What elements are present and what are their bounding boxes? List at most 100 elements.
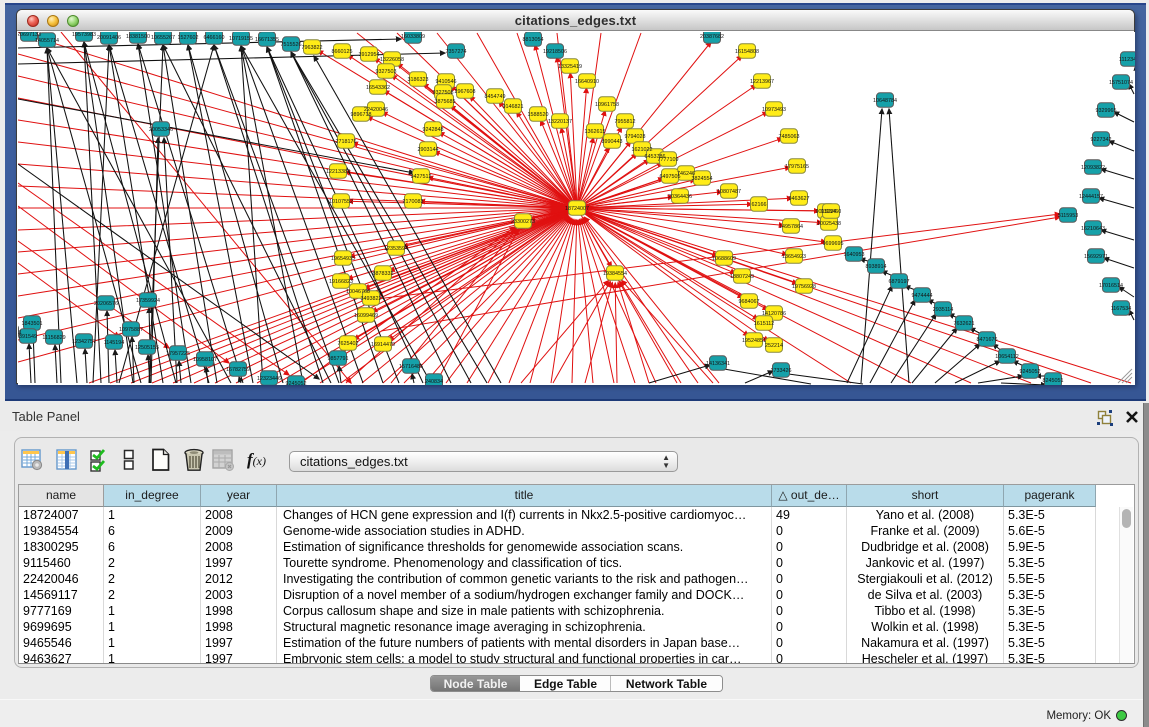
svg-text:10973493: 10973493 [762, 107, 786, 113]
svg-text:12093822: 12093822 [1081, 165, 1105, 171]
svg-text:12505155: 12505155 [135, 345, 159, 351]
svg-text:1843501: 1843501 [22, 321, 43, 327]
svg-text:7357274: 7357274 [446, 49, 467, 55]
svg-text:391549: 391549 [19, 334, 37, 340]
svg-text:9146821: 9146821 [503, 104, 524, 110]
svg-text:19573983: 19573983 [72, 32, 96, 38]
svg-text:16640910: 16640910 [575, 79, 599, 85]
svg-text:11156829: 11156829 [42, 335, 65, 341]
svg-text:1145194: 1145194 [104, 340, 125, 346]
svg-text:1527602: 1527602 [178, 35, 199, 41]
svg-text:7963822: 7963822 [302, 45, 323, 51]
svg-text:9245052: 9245052 [286, 381, 307, 385]
svg-text:9463627: 9463627 [789, 196, 810, 202]
svg-text:6466160: 6466160 [204, 35, 225, 41]
svg-text:1733426: 1733426 [771, 368, 792, 374]
svg-text:10807487: 10807487 [717, 189, 741, 195]
svg-text:12213383: 12213383 [326, 169, 350, 175]
svg-text:20206576: 20206576 [94, 301, 118, 307]
svg-text:19166823: 19166823 [329, 279, 353, 285]
svg-text:9115460: 9115460 [821, 209, 842, 215]
svg-text:16914479: 16914479 [371, 342, 395, 348]
svg-text:2967608: 2967608 [455, 89, 476, 95]
svg-text:10655267: 10655267 [151, 35, 175, 41]
svg-text:10648784: 10648784 [873, 98, 897, 104]
svg-text:9327503: 9327503 [376, 69, 397, 75]
svg-text:17975165: 17975165 [785, 164, 809, 170]
svg-text:7625402: 7625402 [338, 341, 359, 347]
svg-text:10688609: 10688609 [712, 256, 736, 262]
svg-text:15751074: 15751074 [1109, 80, 1133, 86]
svg-text:16210643: 16210643 [1081, 226, 1105, 232]
svg-text:1167534: 1167534 [1111, 306, 1132, 312]
svg-text:8115953: 8115953 [1058, 213, 1079, 219]
svg-text:9410546: 9410546 [436, 79, 457, 85]
svg-text:16033809: 16033809 [401, 34, 425, 40]
svg-text:13325419: 13325419 [558, 64, 582, 70]
svg-text:2718176: 2718176 [336, 139, 357, 145]
svg-text:9327508: 9327508 [433, 90, 454, 96]
svg-text:20053346: 20053346 [149, 127, 173, 133]
svg-text:17957225: 17957225 [166, 351, 190, 357]
svg-text:18724007: 18724007 [565, 206, 589, 212]
svg-text:12444157: 12444157 [1079, 194, 1103, 200]
svg-text:8990443: 8990443 [602, 139, 623, 145]
svg-text:14120786: 14120786 [762, 311, 786, 317]
svg-text:12342757: 12342757 [72, 339, 96, 345]
svg-text:7485063: 7485063 [779, 134, 800, 140]
svg-text:16154808: 16154808 [735, 49, 759, 55]
svg-text:10961758: 10961758 [595, 102, 619, 108]
svg-text:7955812: 7955812 [615, 119, 636, 125]
svg-text:19654935: 19654935 [331, 256, 355, 262]
svg-text:19384554: 19384554 [603, 271, 627, 277]
svg-text:20091406: 20091406 [97, 35, 121, 41]
svg-text:16543362: 16543362 [366, 85, 390, 91]
svg-text:19524851: 19524851 [742, 338, 766, 344]
svg-text:13220137: 13220137 [548, 119, 572, 125]
svg-text:8938914: 8938914 [866, 264, 887, 270]
svg-text:2935114: 2935114 [933, 307, 954, 313]
svg-text:17016514: 17016514 [1099, 283, 1123, 289]
svg-text:20364436: 20364436 [668, 194, 692, 200]
svg-text:12353594: 12353594 [384, 246, 408, 252]
svg-text:19218506: 19218506 [543, 49, 567, 55]
svg-text:10975887: 10975887 [119, 327, 143, 333]
svg-text:9794028: 9794028 [625, 134, 646, 140]
svg-text:6497505: 6497505 [660, 174, 681, 180]
svg-text:3824554: 3824554 [692, 176, 713, 182]
svg-text:2903144: 2903144 [418, 147, 439, 153]
svg-text:9245052: 9245052 [1020, 369, 1041, 375]
svg-text:10046768: 10046768 [346, 289, 370, 295]
svg-text:1362615: 1362615 [585, 129, 606, 135]
svg-text:3875685: 3875685 [435, 99, 456, 105]
svg-text:6879197: 6879197 [889, 279, 910, 285]
svg-text:1621022: 1621022 [632, 147, 653, 153]
svg-text:10719155: 10719155 [229, 36, 253, 42]
svg-text:8813054: 8813054 [523, 37, 544, 43]
svg-text:7632621: 7632621 [954, 321, 975, 327]
svg-text:9329965: 9329965 [1096, 108, 1117, 114]
svg-text:10958107: 10958107 [193, 357, 217, 363]
svg-text:16782759: 16782759 [226, 367, 250, 373]
svg-text:3493822: 3493822 [361, 296, 382, 302]
svg-text:9427512: 9427512 [411, 174, 432, 180]
svg-text:9699695: 9699695 [823, 241, 844, 247]
svg-text:9474444: 9474444 [912, 293, 933, 299]
svg-text:2170083: 2170083 [403, 199, 424, 205]
svg-text:10654112: 10654112 [995, 354, 1019, 360]
svg-text:13654923: 13654923 [782, 254, 806, 260]
svg-text:7777109: 7777109 [658, 157, 679, 163]
svg-text:14055714: 14055714 [35, 38, 59, 44]
svg-text:12213967: 12213967 [750, 79, 774, 85]
svg-text:17359924: 17359924 [136, 298, 160, 304]
svg-text:10025438: 10025438 [817, 221, 841, 227]
svg-text:16099469: 16099469 [354, 313, 378, 319]
svg-text:18381500: 18381500 [126, 34, 150, 40]
svg-text:9227342: 9227342 [1091, 137, 1112, 143]
svg-text:7515526: 7515526 [281, 42, 302, 48]
svg-text:9684067: 9684067 [739, 299, 760, 305]
svg-text:1112345: 1112345 [1119, 57, 1135, 63]
svg-text:15692971: 15692971 [1084, 254, 1108, 260]
svg-text:13226058: 13226058 [380, 57, 404, 63]
svg-text:10107552: 10107552 [329, 199, 353, 205]
